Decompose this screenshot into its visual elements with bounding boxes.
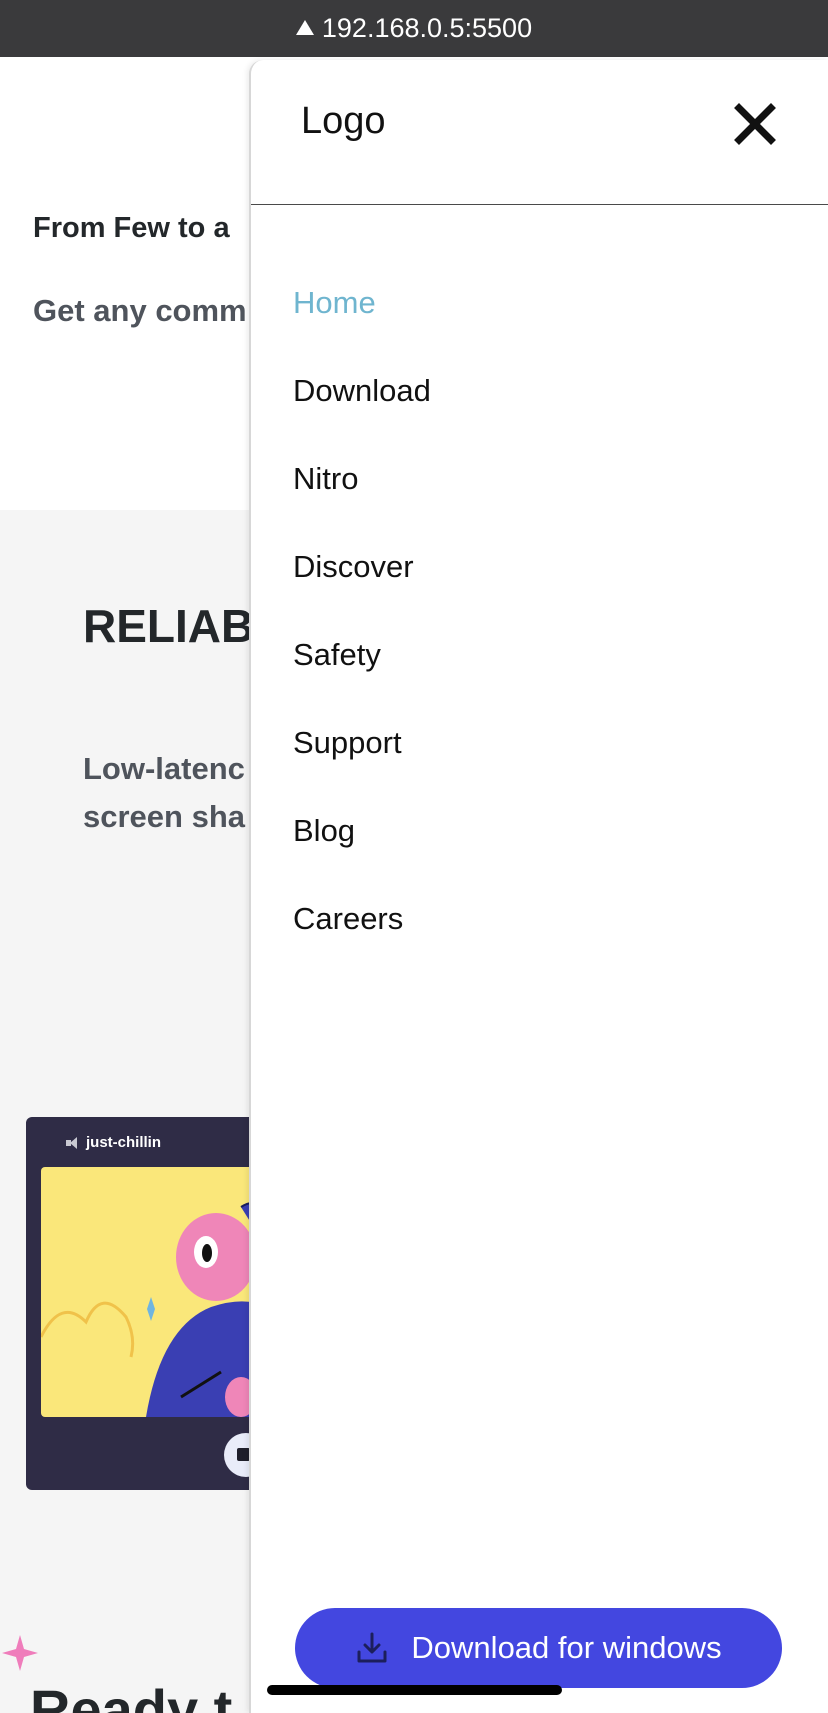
- nav-item-safety: Safety: [251, 637, 828, 725]
- download-for-windows-button[interactable]: Download for windows: [295, 1608, 782, 1688]
- nav-link-safety[interactable]: Safety: [251, 637, 828, 673]
- drawer-nav: Home Download Nitro Discover Safety Supp…: [251, 285, 828, 989]
- nav-item-support: Support: [251, 725, 828, 813]
- close-icon: [734, 103, 776, 145]
- nav-item-careers: Careers: [251, 901, 828, 989]
- channel-name: just-chillin: [86, 1134, 161, 1151]
- logo[interactable]: Logo: [301, 100, 386, 143]
- nav-link-nitro[interactable]: Nitro: [251, 461, 828, 497]
- warning-icon: [295, 20, 314, 35]
- nav-item-download: Download: [251, 373, 828, 461]
- drawer-header: Logo: [251, 60, 828, 205]
- footer-heading: Ready t: [30, 1678, 233, 1713]
- nav-link-blog[interactable]: Blog: [251, 813, 828, 849]
- nav-link-download[interactable]: Download: [251, 373, 828, 409]
- navigation-drawer: Logo Home Download Nitro Discover Safety…: [249, 60, 828, 1713]
- home-indicator[interactable]: [267, 1685, 562, 1695]
- close-button[interactable]: [731, 100, 779, 148]
- url-text: 192.168.0.5:5500: [321, 13, 533, 43]
- nav-item-blog: Blog: [251, 813, 828, 901]
- nav-link-support[interactable]: Support: [251, 725, 828, 761]
- channel-label: just-chillin: [66, 1134, 161, 1151]
- download-button-label: Download for windows: [411, 1630, 722, 1665]
- nav-link-home[interactable]: Home: [251, 285, 828, 321]
- speaker-icon: [66, 1136, 80, 1150]
- sparkle-icon: [2, 1635, 38, 1671]
- browser-url-bar[interactable]: 192.168.0.5:5500: [0, 0, 828, 57]
- nav-link-discover[interactable]: Discover: [251, 549, 828, 585]
- nav-item-nitro: Nitro: [251, 461, 828, 549]
- download-icon: [357, 1632, 387, 1663]
- section-heading: From Few to a: [33, 212, 230, 244]
- nav-item-home: Home: [251, 285, 828, 373]
- nav-link-careers[interactable]: Careers: [251, 901, 828, 937]
- nav-item-discover: Discover: [251, 549, 828, 637]
